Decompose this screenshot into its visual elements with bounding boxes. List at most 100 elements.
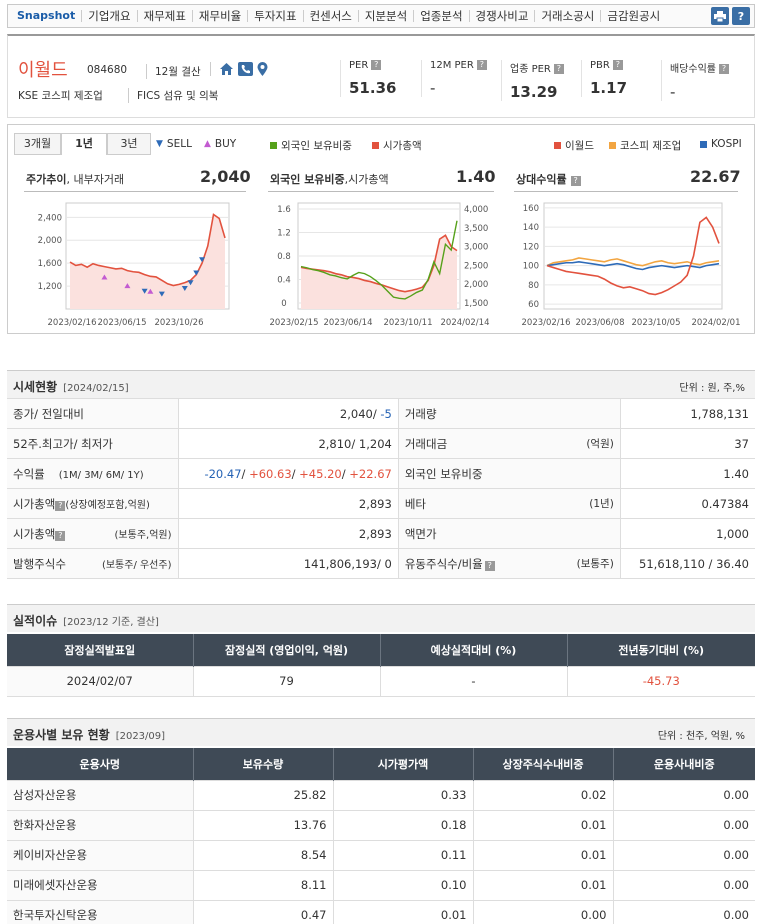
fund-value: 0.00: [612, 899, 755, 924]
table-header-row: 잠정실적발표일 잠정실적 (영업이익, 억원) 예상실적대비 (%) 전년동기대…: [7, 634, 755, 666]
label-sub: (보통주/ 우선주): [101, 559, 172, 571]
tab-3-months[interactable]: 3개월: [14, 133, 61, 155]
table-row: 발행주식수 (보통주/ 우선주) 141,806,193/ 0 유동주식수/비율?…: [7, 548, 755, 579]
metric-value: 1.17: [590, 79, 628, 97]
phone-icon[interactable]: [238, 62, 253, 76]
row-label: 종가/ 전일대비: [7, 398, 178, 429]
help-icon[interactable]: ?: [371, 60, 382, 70]
divider: [24, 191, 246, 192]
y-tick-label-right: 3,500: [464, 224, 488, 234]
help-icon[interactable]: ?: [719, 64, 729, 74]
row-label: 52주.최고가/ 최저가: [7, 428, 178, 459]
stock-code: 084680: [87, 64, 128, 76]
nav-fss-disclosure[interactable]: 금감원공시: [600, 10, 666, 22]
tab-1-year[interactable]: 1년: [61, 133, 107, 155]
metric-per: PER? 51.36: [340, 60, 420, 97]
home-icon[interactable]: [219, 62, 234, 76]
foreign-ratio-value: 1.40: [619, 458, 755, 489]
row-label: 액면가: [397, 518, 621, 549]
nav-shareholding[interactable]: 지분분석: [357, 10, 413, 22]
help-icon[interactable]: ?: [55, 530, 66, 541]
fund-value: 0.01: [472, 839, 613, 870]
fund-value: 0.00: [612, 839, 755, 870]
fund-value: 0.00: [472, 899, 613, 924]
help-icon[interactable]: ?: [553, 64, 564, 74]
fund-value: 0.10: [332, 869, 473, 900]
nav-exchange-disclosure[interactable]: 거래소공시: [534, 10, 600, 22]
row-label: 수익률 (1M/ 3M/ 6M/ 1Y): [7, 458, 178, 489]
legend-kospi: KOSPI: [700, 138, 742, 150]
market-classification: KSE 코스피 제조업: [18, 90, 103, 102]
fund-name: 삼성자산운용: [7, 779, 193, 810]
chart2-title: 외국인 보유비중,시가총액: [270, 171, 389, 187]
section-title: 운용사별 보유 현황: [13, 728, 110, 742]
legend-label: KOSPI: [711, 138, 742, 150]
operating-profit: 79: [192, 665, 380, 696]
market-cap-value: 2,893: [177, 488, 399, 519]
nav-financial-statements[interactable]: 재무제표: [136, 10, 192, 22]
print-icon[interactable]: [711, 7, 729, 25]
column-header: 예상실적대비 (%): [379, 634, 567, 666]
returns-value: -20.47/ +60.63/ +45.20/ +22.67: [177, 458, 399, 489]
help-icon[interactable]: ?: [55, 500, 66, 511]
label-text: 유동주식수/비율: [404, 556, 483, 571]
return-1y: +22.67: [349, 466, 392, 481]
return-6m: +45.20: [299, 466, 342, 481]
settlement-month: 12월 결산: [146, 64, 201, 79]
nav-financial-ratios[interactable]: 재무비율: [191, 10, 247, 22]
plot-area: [543, 202, 723, 310]
metric-pbr: PBR? 1.17: [581, 60, 661, 97]
table-row: 수익률 (1M/ 3M/ 6M/ 1Y) -20.47/ +60.63/ +45.…: [7, 458, 755, 489]
column-header: 운용사내비중: [612, 748, 755, 780]
fund-value: 0.02: [472, 779, 613, 810]
label-text: 시가총액: [13, 496, 56, 511]
top-nav: Snapshot 기업개요 재무제표 재무비율 투자지표 컨센서스 지분분석 업…: [7, 4, 755, 28]
nav-competitors[interactable]: 경쟁사비교: [468, 10, 535, 22]
section-date: [2023/09]: [115, 731, 166, 742]
help-icon[interactable]: ?: [732, 7, 750, 25]
fund-value: 13.76: [192, 809, 333, 840]
yoy-change: -45.73: [566, 665, 755, 696]
help-icon[interactable]: ?: [612, 60, 623, 70]
return-1m: -20.47: [204, 466, 242, 481]
nav-consensus[interactable]: 컨센서스: [302, 10, 358, 22]
y-tick-label: 60: [528, 300, 539, 310]
row-label: 발행주식수 (보통주/ 우선주): [7, 548, 178, 579]
change-value: -5: [380, 406, 392, 421]
x-tick-label: 2023/02/16: [48, 318, 97, 328]
table-row: 시가총액? (상장예정포함,억원) 2,893 베타 (1년) 0.47384: [7, 488, 755, 519]
chart-title: 주가추이: [26, 173, 67, 186]
table-row: 한국투자신탁운용 0.47 0.01 0.00 0.00: [7, 899, 755, 924]
y-tick-label: 160: [523, 204, 539, 214]
help-icon[interactable]: ?: [484, 560, 495, 571]
help-icon[interactable]: ?: [476, 60, 487, 70]
table-row: 종가/ 전일대비 2,040/ -5 거래량 1,788,131: [7, 398, 755, 429]
location-pin-icon[interactable]: [257, 62, 268, 76]
quote-table: 종가/ 전일대비 2,040/ -5 거래량 1,788,131 52주.최고가…: [7, 398, 755, 579]
table-row: 삼성자산운용 25.82 0.33 0.02 0.00: [7, 779, 755, 810]
chart-title: 상대수익률: [516, 173, 567, 186]
label-sub: (1M/ 3M/ 6M/ 1Y): [58, 469, 144, 481]
legend-label: 코스피 제조업: [620, 140, 682, 152]
nav-company-overview[interactable]: 기업개요: [81, 10, 136, 22]
fund-value: 0.00: [612, 809, 755, 840]
par-value: 1,000: [619, 518, 755, 549]
close-value: 2,040/ -5: [177, 398, 399, 429]
tab-3-years[interactable]: 3년: [107, 133, 151, 155]
legend-kospi-mfg: 코스피 제조업: [609, 138, 681, 153]
nav-investment-indicators[interactable]: 투자지표: [247, 10, 302, 22]
y-tick-label-right: 2,500: [464, 261, 488, 271]
label-text: 시가총액: [13, 526, 56, 541]
nav-industry[interactable]: 업종분석: [413, 10, 468, 22]
metric-value: -: [670, 83, 676, 101]
funds-table: 운용사명 보유수량 시가평가액 상장주식수내비중 운용사내비중 삼성자산운용 25…: [7, 748, 755, 924]
nav-snapshot[interactable]: Snapshot: [8, 10, 81, 22]
fund-name: 한국투자신탁운용: [7, 899, 193, 924]
metric-12m-per: 12M PER? -: [421, 60, 501, 97]
column-header: 상장주식수내비중: [472, 748, 613, 780]
x-tick-label: 2023/02/15: [270, 318, 319, 328]
metric-value: 13.29: [510, 83, 558, 101]
help-icon[interactable]: ?: [570, 176, 581, 186]
fund-value: 25.82: [192, 779, 333, 810]
metric-label: PBR: [590, 60, 610, 71]
